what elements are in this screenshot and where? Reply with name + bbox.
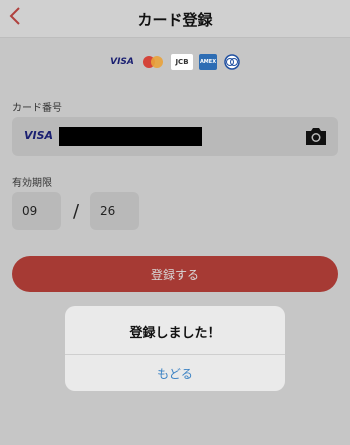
card-brands: VISA JCB AMEX — [0, 38, 350, 86]
expiry-year-field[interactable]: 26 — [90, 192, 139, 230]
register-button[interactable]: 登録する — [12, 256, 338, 292]
header-bar: カード登録 — [0, 0, 350, 38]
visa-brand-icon: VISA — [24, 129, 54, 142]
expiry-label: 有効期限 — [12, 178, 52, 189]
jcb-logo-icon: JCB — [171, 54, 193, 70]
redacted-card-number — [59, 127, 202, 146]
dialog-back-button[interactable]: もどる — [65, 355, 285, 391]
diners-logo-icon — [223, 54, 241, 70]
card-number-field[interactable]: VISA — [12, 117, 338, 156]
visa-logo-icon: VISA — [110, 57, 134, 67]
camera-icon[interactable] — [304, 125, 328, 147]
success-dialog: 登録しました！ もどる — [65, 306, 285, 391]
amex-logo-icon: AMEX — [199, 54, 217, 70]
expiry-month-field[interactable]: 09 — [12, 192, 61, 230]
card-number-label: カード番号 — [12, 103, 62, 114]
mastercard-logo-icon — [141, 54, 165, 70]
expiry-separator: / — [73, 201, 80, 222]
dialog-message: 登録しました！ — [129, 326, 221, 341]
page-title: カード登録 — [137, 11, 213, 29]
